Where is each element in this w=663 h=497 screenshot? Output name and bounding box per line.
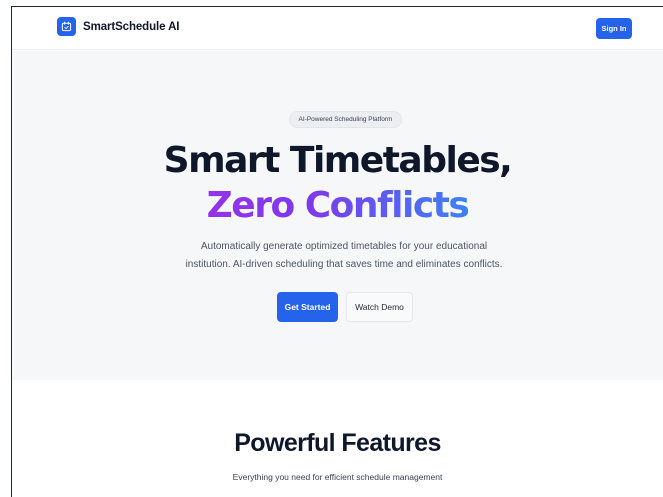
platform-badge: AI-Powered Scheduling Platform [289, 111, 402, 128]
hero-title-line-2: Zero Conflicts [12, 188, 663, 224]
hero-subtitle-line-2: institution. AI-driven scheduling that s… [185, 259, 503, 270]
hero-title-gradient-text: Zero Conflicts [206, 185, 470, 226]
sign-in-button[interactable]: Sign In [596, 18, 632, 39]
hero-section: AI-Powered Scheduling Platform Smart Tim… [12, 51, 663, 380]
get-started-button[interactable]: Get Started [277, 292, 338, 322]
brand-name: SmartSchedule AI [83, 20, 180, 33]
page-frame: SmartSchedule AI Sign In AI-Powered Sche… [11, 6, 663, 497]
hero-subtitle-line-1: Automatically generate optimized timetab… [200, 241, 488, 252]
features-subtitle: Everything you need for efficient schedu… [232, 472, 443, 482]
brand-logo[interactable]: SmartSchedule AI [57, 17, 180, 36]
features-title: Powerful Features [234, 429, 441, 457]
hero-title-line-1: Smart Timetables, [163, 140, 513, 181]
top-navbar: SmartSchedule AI Sign In [12, 7, 663, 50]
watch-demo-button[interactable]: Watch Demo [346, 292, 413, 322]
calendar-icon [57, 17, 76, 36]
